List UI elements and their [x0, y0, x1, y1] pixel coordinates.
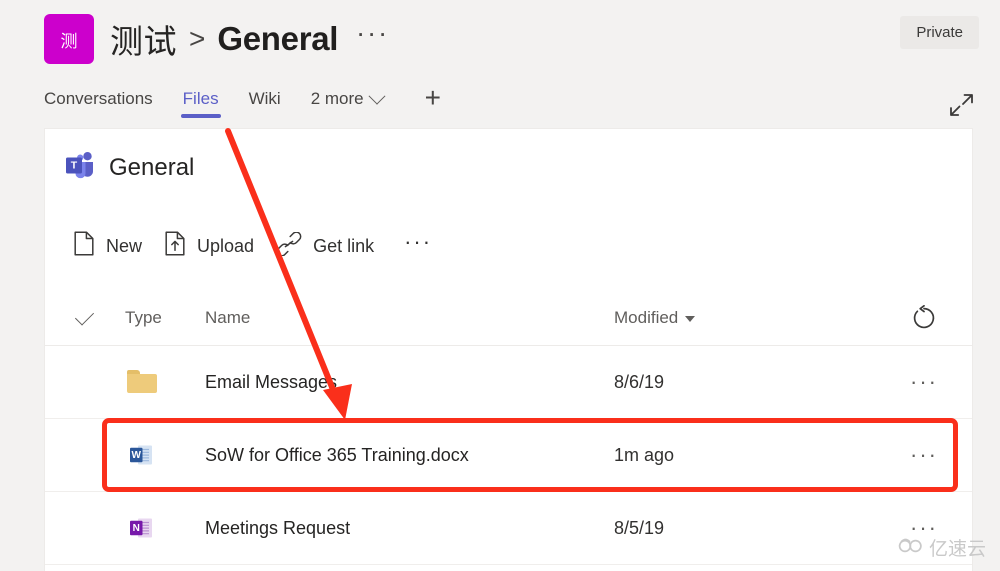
teams-logo-icon: T: [65, 151, 95, 184]
row-modified: 8/5/19: [614, 517, 665, 538]
folder-icon: [127, 370, 157, 394]
select-all-checkmark[interactable]: [45, 306, 123, 326]
new-button[interactable]: New: [67, 223, 158, 269]
get-link-button-label: Get link: [313, 235, 375, 256]
breadcrumb: 测试 > General ···: [110, 10, 389, 68]
breadcrumb-separator-icon: >: [189, 23, 206, 54]
row-modified: 8/6/19: [614, 371, 665, 392]
tab-conversations[interactable]: Conversations: [42, 83, 155, 123]
status-badge: Private: [900, 16, 979, 49]
table-header-row: Type Name Modified: [45, 291, 972, 346]
link-icon: [276, 230, 302, 261]
tab-strip: Conversations Files Wiki 2 more +: [0, 78, 1000, 128]
team-avatar[interactable]: 测: [44, 14, 94, 64]
column-header-type[interactable]: Type: [123, 308, 203, 328]
word-document-icon: W: [127, 441, 155, 469]
channel-header: 测 测试 > General ··· Private: [0, 0, 1000, 78]
get-link-button[interactable]: Get link: [270, 224, 390, 269]
files-panel: T General New Upload Get link ··· Type N…: [44, 128, 973, 571]
expand-icon[interactable]: [948, 92, 974, 118]
refresh-icon[interactable]: [876, 305, 972, 331]
row-name[interactable]: Email Messages: [205, 372, 614, 393]
files-table: Type Name Modified Email Messages 8/6/19…: [45, 291, 972, 565]
row-modified: 1m ago: [614, 444, 675, 465]
column-header-modified[interactable]: Modified: [614, 308, 876, 328]
upload-button-label: Upload: [197, 235, 255, 256]
tab-more-dropdown[interactable]: 2 more: [309, 83, 386, 123]
onenote-icon: N: [127, 514, 155, 542]
watermark-text: 亿速云: [928, 538, 986, 560]
chevron-down-icon: [368, 87, 386, 105]
column-header-modified-label: Modified: [614, 308, 679, 327]
new-button-label: New: [106, 235, 143, 256]
table-row[interactable]: N Meetings Request 8/5/19 ···: [45, 492, 972, 565]
sort-descending-caret: [685, 315, 696, 322]
new-document-icon: [73, 231, 95, 261]
panel-title-text: General: [109, 153, 195, 181]
command-bar: New Upload Get link ···: [67, 223, 442, 269]
row-name[interactable]: Meetings Request: [205, 518, 614, 539]
cloud-logo-icon: [898, 536, 924, 559]
team-avatar-initial: 测: [60, 31, 78, 52]
breadcrumb-team-name[interactable]: 测试: [110, 15, 177, 63]
watermark: 亿速云: [898, 534, 986, 561]
tab-list: Conversations Files Wiki 2 more +: [42, 78, 441, 128]
row-type-icon: W: [123, 441, 205, 469]
row-actions-button[interactable]: ···: [876, 517, 972, 539]
svg-text:T: T: [71, 160, 78, 172]
upload-icon: [164, 231, 186, 261]
tab-wiki[interactable]: Wiki: [247, 83, 283, 123]
panel-header: T General: [65, 151, 194, 184]
table-row[interactable]: W SoW for Office 365 Training.docx 1m ag…: [45, 419, 972, 492]
row-actions-button[interactable]: ···: [876, 444, 972, 466]
upload-button[interactable]: Upload: [158, 223, 270, 269]
tab-more-label: 2 more: [310, 89, 364, 108]
command-overflow-button[interactable]: ···: [390, 231, 442, 260]
svg-text:W: W: [132, 450, 142, 461]
svg-text:N: N: [133, 523, 140, 534]
channel-more-options-button[interactable]: ···: [356, 18, 389, 61]
row-actions-button[interactable]: ···: [876, 371, 972, 393]
column-header-name[interactable]: Name: [203, 308, 614, 328]
row-type-icon: N: [123, 514, 205, 542]
tab-files[interactable]: Files: [180, 83, 221, 123]
page-title: General: [217, 20, 339, 57]
add-tab-button[interactable]: +: [425, 84, 441, 122]
row-type-icon: [123, 370, 205, 394]
table-row[interactable]: Email Messages 8/6/19 ···: [45, 346, 972, 419]
row-name[interactable]: SoW for Office 365 Training.docx: [205, 445, 614, 466]
